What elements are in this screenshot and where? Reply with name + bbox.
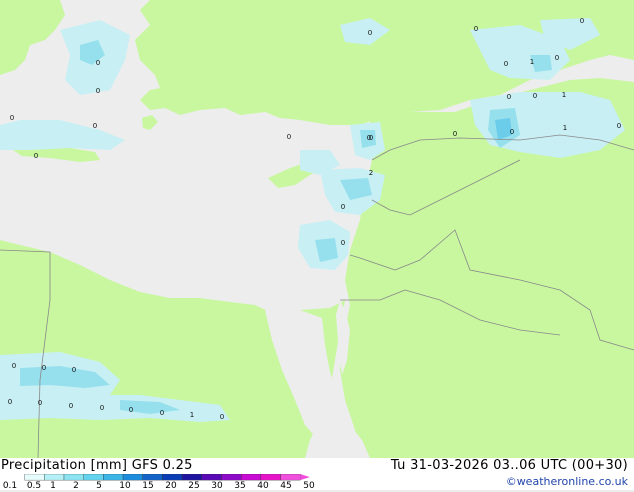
map-value-label: 0 <box>580 17 584 25</box>
map-value-label: 0 <box>38 399 42 407</box>
map-value-label: 0 <box>533 92 537 100</box>
legend-swatch <box>181 474 202 481</box>
legend-swatch <box>221 474 242 481</box>
map-value-label: 1 <box>530 58 534 66</box>
map-value-label: 0 <box>160 409 164 417</box>
map-value-label: 0 <box>96 87 100 95</box>
legend-swatch <box>260 474 281 481</box>
map-value-label: 1 <box>190 411 194 419</box>
map-value-label: 0 <box>12 362 16 370</box>
map-value-label: 0 <box>42 364 46 372</box>
map-value-label: 0 <box>507 93 511 101</box>
map-value-label: 1 <box>563 124 567 132</box>
map-value-label: 0 <box>555 54 559 62</box>
legend-swatch <box>63 474 84 481</box>
map-value-label: 0 <box>504 60 508 68</box>
legend-colorbar <box>24 474 310 481</box>
legend-swatch <box>103 474 124 481</box>
map-value-label: 0 <box>10 114 14 122</box>
map-value-label: 0 <box>220 413 224 421</box>
map-value-label: 2 <box>369 169 373 177</box>
map-value-label: 0 <box>341 203 345 211</box>
legend-swatch <box>280 474 301 481</box>
map-value-label: 0 <box>341 239 345 247</box>
map-value-label: 0 <box>510 128 514 136</box>
map-value-label: 1 <box>562 91 566 99</box>
map-value-label: 0 <box>287 133 291 141</box>
legend-swatch <box>241 474 262 481</box>
legend-swatch <box>24 474 45 481</box>
map-value-label: 0 <box>453 130 457 138</box>
map-value-label: 0 <box>34 152 38 160</box>
legend-swatch <box>83 474 104 481</box>
map-value-label: 0 <box>69 402 73 410</box>
legend-overflow-arrow <box>300 474 310 481</box>
map-value-label: 0 <box>367 134 371 142</box>
chart-title: Precipitation [mm] GFS 0.25 <box>1 458 193 473</box>
credit-link[interactable]: ©weatheronline.co.uk <box>506 475 628 488</box>
map-value-label: 0 <box>100 404 104 412</box>
legend-swatch <box>162 474 183 481</box>
map-value-label: 0 <box>617 122 621 130</box>
legend-tick-labels: 0.1 0.5 1 2 5 10 15 20 25 30 35 40 45 50 <box>0 482 330 492</box>
legend-swatch <box>122 474 143 481</box>
map-value-label: 0 <box>474 25 478 33</box>
footer-legend: Precipitation [mm] GFS 0.25 Tu 31-03-202… <box>0 458 634 492</box>
map-value-label: 0 <box>368 29 372 37</box>
map-value-label: 0 <box>72 366 76 374</box>
legend-swatch <box>44 474 65 481</box>
map-value-label: 0 <box>93 122 97 130</box>
map-value-label: 0 <box>8 398 12 406</box>
map-value-label: 0 <box>129 406 133 414</box>
legend-swatch <box>142 474 163 481</box>
map-value-label: 0 <box>96 59 100 67</box>
forecast-time: Tu 31-03-2026 03..06 UTC (00+30) <box>390 458 628 473</box>
legend-swatch <box>201 474 222 481</box>
precipitation-map: 0000000 000 1 00 0 10 0 1 002000 0 00 0 0 0 0 0 1 00 <box>0 0 634 458</box>
